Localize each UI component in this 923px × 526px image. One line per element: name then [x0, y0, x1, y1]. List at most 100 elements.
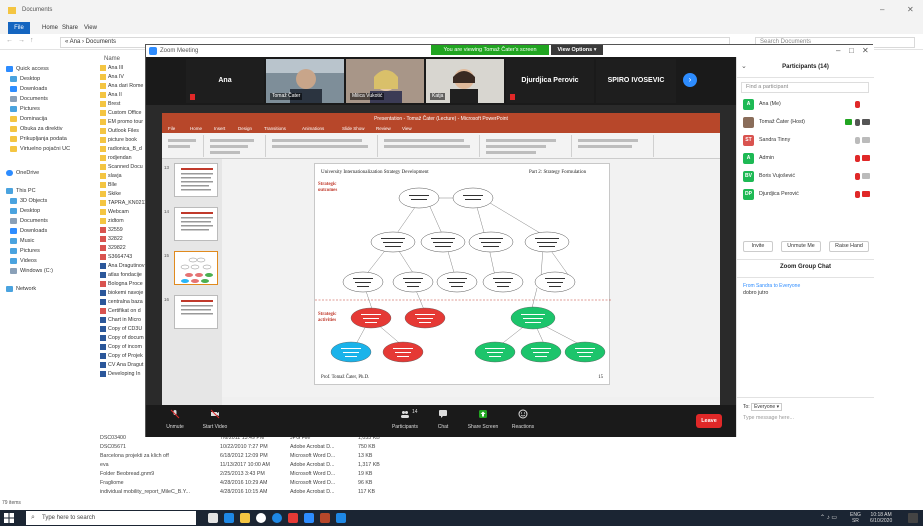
zoom-taskbar-icon[interactable] — [304, 513, 314, 523]
mic-icon[interactable] — [855, 119, 860, 126]
nav-folder[interactable]: Obuka za direktiv — [10, 124, 63, 134]
table-row[interactable]: Folder Beobread.gnm9 2/25/2013 3:43 PM M… — [100, 470, 470, 479]
maximize-icon[interactable]: □ — [849, 46, 854, 56]
list-item[interactable]: Skike — [100, 190, 148, 199]
list-item[interactable]: centralna baza — [100, 298, 148, 307]
ppt-tab-insert[interactable]: Insert — [214, 126, 225, 132]
back-arrow-icon[interactable]: ← — [6, 37, 13, 44]
mic-muted-icon[interactable] — [855, 173, 860, 180]
mic-muted-icon[interactable] — [855, 191, 860, 198]
list-item[interactable]: Ana II — [100, 91, 148, 100]
ribbon-tab-file[interactable]: File — [8, 22, 30, 34]
list-item[interactable]: radionica_B_d — [100, 145, 148, 154]
list-item[interactable]: Ana dari Rome — [100, 82, 148, 91]
close-icon[interactable]: ✕ — [862, 46, 869, 56]
ribbon-tab-share[interactable]: Share — [62, 22, 78, 34]
list-item[interactable]: Bologna Proce — [100, 280, 148, 289]
raise-hand-button[interactable]: Raise Hand — [829, 241, 869, 252]
mail-icon[interactable] — [224, 513, 234, 523]
list-item[interactable]: S3664743 — [100, 253, 148, 262]
video-tile[interactable]: SPIRO IVOSEVIC — [596, 59, 676, 103]
slide-thumbnail-selected[interactable] — [174, 251, 218, 285]
invite-button[interactable]: Invite — [743, 241, 773, 252]
video-tile[interactable]: Ana — [186, 59, 264, 103]
list-item[interactable]: Certifikat on d — [100, 307, 148, 316]
ribbon-tab-view[interactable]: View — [84, 22, 97, 34]
list-item[interactable]: TAPRA_KN0211 — [100, 199, 148, 208]
taskbar-search-input[interactable]: ⌕ Type here to search — [26, 511, 196, 525]
ppt-tab-design[interactable]: Design — [238, 126, 252, 132]
list-item[interactable]: biokemi navoje — [100, 289, 148, 298]
nav-videos[interactable]: Videos — [10, 256, 37, 266]
find-participant-input[interactable]: Find a participant — [741, 82, 869, 93]
ribbon-group[interactable] — [206, 135, 266, 157]
ppt-tab-view[interactable]: View — [402, 126, 412, 132]
nav-quick-access[interactable]: Quick access — [6, 64, 49, 74]
notification-icon[interactable] — [908, 513, 918, 523]
ribbon-group[interactable] — [574, 135, 654, 157]
chat-message-input[interactable]: Type message here... — [743, 415, 794, 421]
table-row[interactable]: DSC05671 10/22/2010 7:27 PM Adobe Acroba… — [100, 443, 470, 452]
participant-row[interactable]: ST Sandra Tinny — [737, 133, 874, 148]
list-item[interactable]: Blle — [100, 181, 148, 190]
leave-button[interactable]: Leave — [696, 414, 722, 428]
chrome-icon[interactable] — [256, 513, 266, 523]
list-item[interactable]: CV Ana Dragut — [100, 361, 148, 370]
list-item[interactable]: zidtom — [100, 217, 148, 226]
table-row[interactable]: eva 11/13/2017 10:00 AM Adobe Acrobat D.… — [100, 461, 470, 470]
ppt-tab-file[interactable]: File — [168, 126, 175, 132]
mic-icon[interactable] — [855, 137, 860, 144]
powerpoint-taskbar-icon[interactable] — [320, 513, 330, 523]
video-tile[interactable]: Katja — [426, 59, 504, 103]
nav-this-pc[interactable]: This PC — [6, 186, 36, 196]
minimize-icon[interactable]: – — [836, 46, 840, 56]
close-icon[interactable]: ✕ — [907, 5, 914, 14]
mic-muted-icon[interactable] — [855, 101, 860, 108]
camera-icon[interactable] — [862, 137, 870, 143]
camera-icon[interactable] — [862, 173, 870, 179]
nav-onedrive[interactable]: OneDrive — [6, 168, 39, 178]
list-item[interactable]: Scanned Docu — [100, 163, 148, 172]
camera-off-icon[interactable] — [862, 191, 870, 197]
unmute-me-button[interactable]: Unmute Me — [781, 241, 821, 252]
nav-music[interactable]: Music — [10, 236, 34, 246]
ppt-tab-slideshow[interactable]: Slide Show — [342, 126, 365, 132]
list-item[interactable]: 32559 — [100, 226, 148, 235]
list-item[interactable]: slavja — [100, 172, 148, 181]
nav-documents[interactable]: Documents — [10, 94, 48, 104]
nav-pictures[interactable]: Pictures — [10, 104, 40, 114]
table-row[interactable]: Barcelona projekti za klich off 6/18/201… — [100, 452, 470, 461]
view-options-button[interactable]: View Options ▾ — [551, 45, 603, 55]
minimize-icon[interactable]: – — [880, 5, 884, 14]
slide-thumbnail[interactable] — [174, 163, 218, 197]
participant-row[interactable]: DP Djurdjica Perović — [737, 187, 874, 202]
video-tile[interactable]: Milica Vukotić — [346, 59, 424, 103]
list-item[interactable]: Developing In — [100, 370, 148, 379]
file-explorer-icon[interactable] — [240, 513, 250, 523]
video-tile[interactable]: Djurdjica Perovic — [506, 59, 594, 103]
list-item[interactable]: Chart in Micro — [100, 316, 148, 325]
participant-row[interactable]: BV Boris Vujošević — [737, 169, 874, 184]
list-item[interactable]: Webcam — [100, 208, 148, 217]
list-item[interactable]: Copy of CD3U — [100, 325, 148, 334]
ribbon-group[interactable] — [164, 135, 204, 157]
ribbon-tab-home[interactable]: Home — [42, 22, 58, 34]
list-item[interactable]: Copy of Projek — [100, 352, 148, 361]
nav-windows-c[interactable]: Windows (C:) — [10, 266, 53, 276]
list-item[interactable]: Brest — [100, 100, 148, 109]
list-item[interactable]: Ana IV — [100, 73, 148, 82]
table-row[interactable]: individual mobility_report_MileC_B.Y... … — [100, 488, 470, 497]
list-item[interactable]: Ana III — [100, 64, 148, 73]
list-item[interactable]: Outlook Files — [100, 127, 148, 136]
edge-icon[interactable] — [272, 513, 282, 523]
ppt-tab-transitions[interactable]: Transitions — [264, 126, 286, 132]
slide-thumbnail[interactable] — [174, 207, 218, 241]
nav-3d-objects[interactable]: 3D Objects — [10, 196, 47, 206]
participant-row[interactable]: A Admin — [737, 151, 874, 166]
list-item[interactable]: picture book — [100, 136, 148, 145]
list-item[interactable]: atlas fondacije — [100, 271, 148, 280]
list-item[interactable]: Custom Office — [100, 109, 148, 118]
nav-network[interactable]: Network — [6, 284, 36, 294]
app-icon[interactable] — [336, 513, 346, 523]
nav-documents-pc[interactable]: Documents — [10, 216, 48, 226]
